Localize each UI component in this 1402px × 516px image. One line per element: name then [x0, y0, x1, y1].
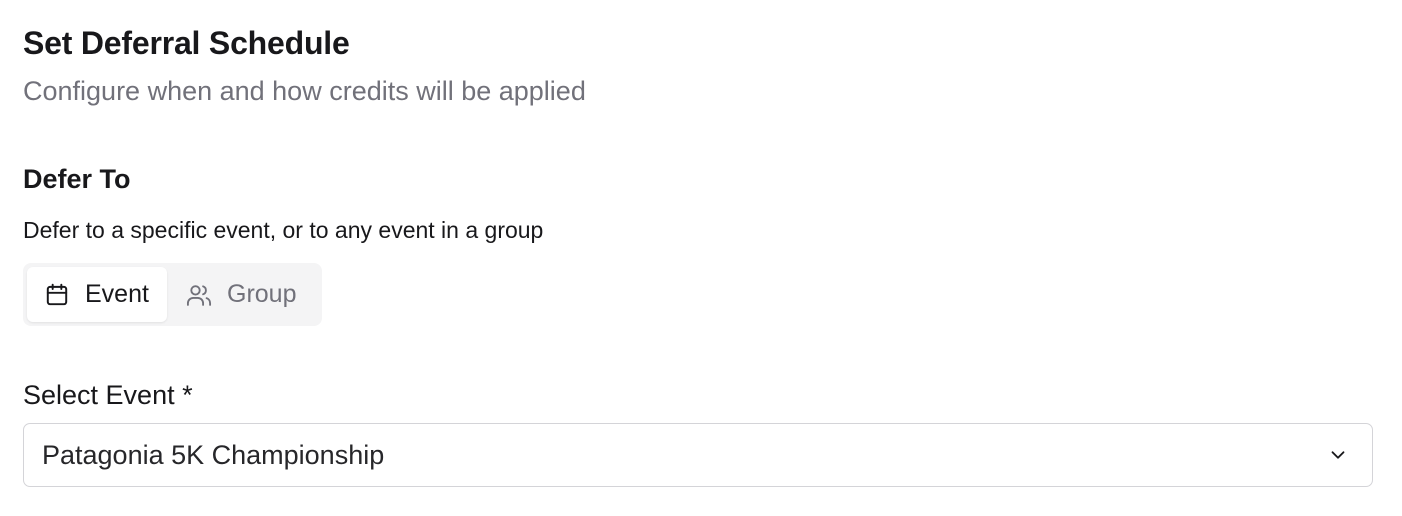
select-event-value: Patagonia 5K Championship [42, 440, 385, 470]
page-title: Set Deferral Schedule [23, 25, 350, 61]
page-subtitle: Configure when and how credits will be a… [23, 76, 586, 106]
defer-type-toggle: Event Group [23, 263, 322, 326]
calendar-icon [43, 281, 71, 309]
select-event-dropdown[interactable]: Patagonia 5K Championship [23, 423, 1373, 487]
defer-to-label: Defer To [23, 164, 131, 194]
event-toggle-label: Event [85, 280, 149, 308]
group-toggle-label: Group [227, 280, 297, 308]
group-toggle-button[interactable]: Group [169, 267, 312, 322]
chevron-down-icon [1326, 443, 1350, 467]
users-icon [185, 281, 213, 309]
select-event-label: Select Event * [23, 380, 193, 410]
defer-to-description: Defer to a specific event, or to any eve… [23, 217, 544, 243]
event-toggle-button[interactable]: Event [27, 267, 167, 322]
